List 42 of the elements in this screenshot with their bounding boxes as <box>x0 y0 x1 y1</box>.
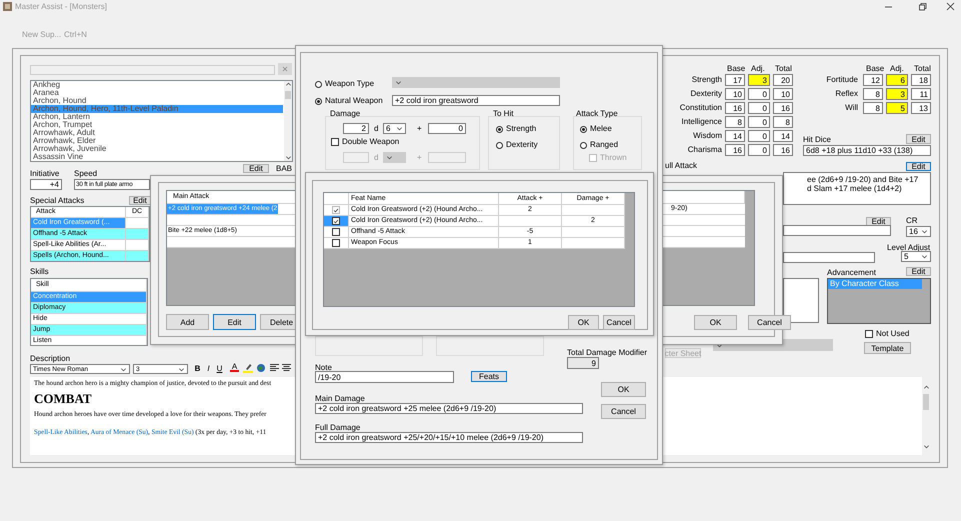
field-label: Hit Dice <box>803 136 832 144</box>
text-line: ee (2d6+9 /19-20) and Bite +17 <box>807 175 918 184</box>
group-label: Attack Type <box>576 110 618 118</box>
window-title: Master Assist - [Monsters] <box>15 3 108 11</box>
field-label: Speed <box>74 170 98 178</box>
field-label: Charisma <box>688 146 722 154</box>
d-label: d <box>374 125 378 133</box>
field-label: Intelligence <box>682 118 722 126</box>
column-header: Total <box>775 65 792 73</box>
group-label: Damage <box>330 110 360 118</box>
field-label: Description <box>30 355 70 363</box>
field-label: Note <box>315 364 332 372</box>
field-label: Strength <box>692 76 722 84</box>
d-label: d <box>374 154 378 162</box>
field-label: BAB <box>276 165 292 173</box>
field-label: Level Adjust <box>887 244 930 252</box>
column-header: Adj. <box>751 65 765 73</box>
field-label: ull Attack <box>665 162 698 170</box>
field-label: Total Damage Modifier <box>567 349 648 357</box>
field-label: Fortitude <box>826 76 858 84</box>
plus-label: + <box>417 125 422 133</box>
field-label: Reflex <box>835 90 858 98</box>
field-label: Dexterity <box>690 90 722 98</box>
column-header: Base <box>866 65 884 73</box>
field-label: Skills <box>30 268 49 276</box>
field-label: Will <box>845 104 858 112</box>
column-header: Base <box>727 65 746 73</box>
plus-label: + <box>417 154 422 162</box>
field-label: Full Damage <box>315 424 360 432</box>
heading: COMBAT <box>34 392 92 405</box>
text-line: d Slam +17 melee (1d4+2) <box>807 184 902 193</box>
field-label: Initiative <box>30 170 60 178</box>
column-header: Adj. <box>890 65 904 73</box>
field-label: CR <box>906 217 918 225</box>
field-label: Special Attacks <box>30 197 84 205</box>
group-label: To Hit <box>493 110 514 118</box>
field-label: Constitution <box>680 104 722 112</box>
column-header: Total <box>914 65 931 73</box>
field-label: Advancement <box>827 269 876 277</box>
field-label: Main Damage <box>315 395 365 403</box>
shortcut-text: Ctrl+N <box>64 30 87 39</box>
field-label: Wisdom <box>693 132 722 140</box>
